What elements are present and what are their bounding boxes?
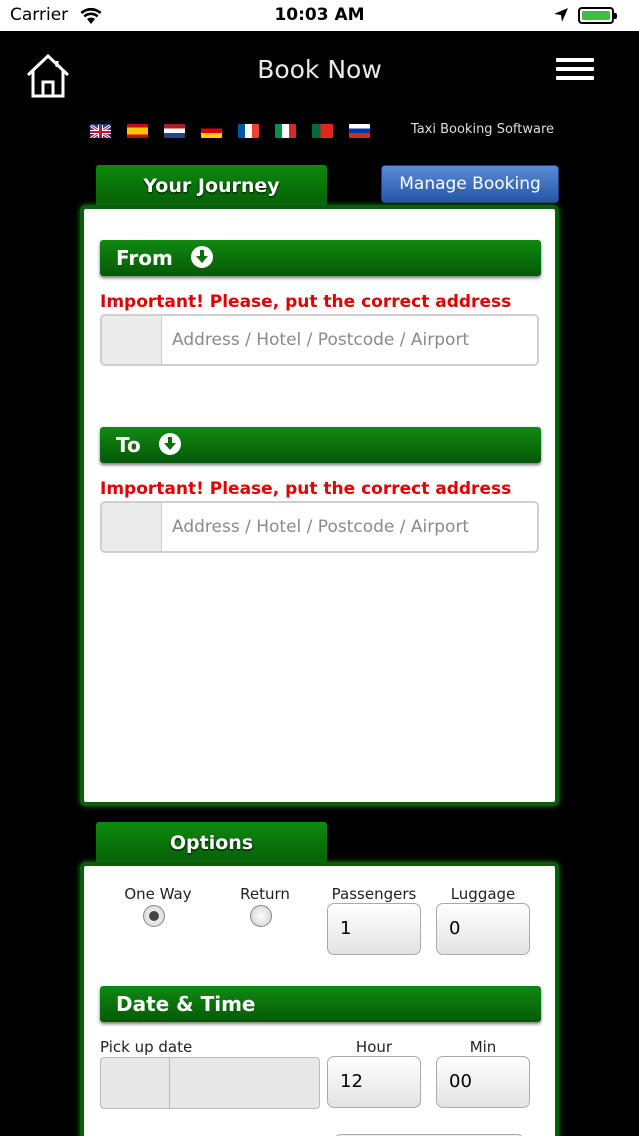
- from-warning: Important! Please, put the correct addre…: [100, 292, 512, 312]
- tab-your-journey[interactable]: Your Journey: [96, 165, 327, 207]
- passengers-label: Passengers: [331, 885, 417, 903]
- from-address-prefix[interactable]: [102, 316, 162, 364]
- hamburger-menu-icon[interactable]: [556, 58, 594, 82]
- pickup-date-field[interactable]: [100, 1057, 320, 1109]
- passengers-field[interactable]: 1: [327, 903, 421, 955]
- to-warning: Important! Please, put the correct addre…: [100, 479, 512, 499]
- min-label: Min: [469, 1038, 497, 1056]
- options-panel: One Way Return Passengers 1 Luggage 0 Da…: [80, 862, 559, 1136]
- portugal-flag-icon[interactable]: [312, 124, 333, 138]
- one-way-label: One Way: [124, 885, 192, 903]
- netherlands-flag-icon[interactable]: [164, 124, 185, 138]
- location-arrow-icon: [554, 8, 568, 22]
- language-flags: [90, 124, 370, 138]
- italy-flag-icon[interactable]: [275, 124, 296, 138]
- russia-flag-icon[interactable]: [349, 124, 370, 138]
- pickup-date-label: Pick up date: [100, 1038, 193, 1056]
- return-radio[interactable]: [250, 905, 272, 927]
- clock: 10:03 AM: [274, 5, 365, 25]
- hour-label: Hour: [355, 1038, 393, 1056]
- from-address-input[interactable]: [162, 316, 537, 364]
- from-address-field[interactable]: [100, 314, 539, 366]
- to-label: To: [116, 433, 141, 457]
- tab-options[interactable]: Options: [96, 822, 327, 864]
- one-way-radio[interactable]: [143, 905, 165, 927]
- to-address-field[interactable]: [100, 501, 539, 553]
- france-flag-icon[interactable]: [238, 124, 259, 138]
- to-address-input[interactable]: [162, 503, 537, 551]
- luggage-field[interactable]: 0: [436, 903, 530, 955]
- from-section-header[interactable]: From: [100, 240, 541, 276]
- battery-icon: [578, 7, 617, 24]
- journey-panel: From Important! Please, put the correct …: [80, 205, 559, 806]
- manage-booking-button[interactable]: Manage Booking: [381, 165, 559, 203]
- to-address-prefix[interactable]: [102, 503, 162, 551]
- arrow-down-icon[interactable]: [190, 246, 213, 268]
- spain-flag-icon[interactable]: [127, 124, 148, 138]
- luggage-label: Luggage: [450, 885, 516, 903]
- min-field[interactable]: 00: [436, 1056, 530, 1108]
- to-section-header[interactable]: To: [100, 427, 541, 463]
- hour-field[interactable]: 12: [327, 1056, 421, 1108]
- status-bar: Carrier 10:03 AM: [0, 0, 639, 31]
- app-subtitle: Taxi Booking Software: [410, 122, 554, 137]
- germany-flag-icon[interactable]: [201, 124, 222, 138]
- uk-flag-icon[interactable]: [90, 124, 111, 138]
- page-title: Book Now: [257, 55, 382, 84]
- date-time-header: Date & Time: [100, 986, 541, 1022]
- return-label: Return: [240, 885, 290, 903]
- from-label: From: [116, 246, 173, 270]
- arrow-down-icon[interactable]: [158, 433, 181, 455]
